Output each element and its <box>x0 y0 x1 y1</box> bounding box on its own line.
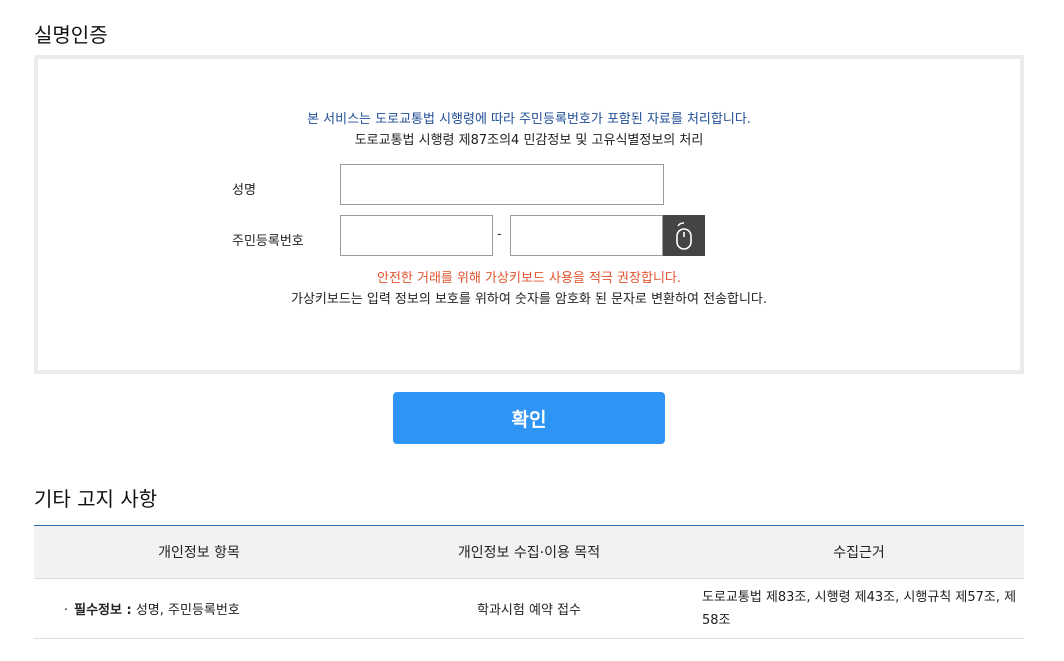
rrn-separator: - <box>497 227 502 242</box>
auth-panel: 본 서비스는 도로교통법 시행령에 따라 주민등록번호가 포함된 자료를 처리합… <box>34 55 1024 374</box>
privacy-info-table: 개인정보 항목 개인정보 수집·이용 목적 수집근거 · 필수정보 : 성명, 주… <box>34 525 1024 639</box>
notice-section-title: 기타 고지 사항 <box>34 487 158 511</box>
required-info-value: 성명, 주민등록번호 <box>131 603 240 618</box>
table-cell-basis: 도로교통법 제83조, 시행령 제43조, 시행규칙 제57조, 제58조 <box>694 578 1024 639</box>
table-row: · 필수정보 : 성명, 주민등록번호 학과시험 예약 접수 도로교통법 제83조… <box>34 578 1024 639</box>
table-header-row: 개인정보 항목 개인정보 수집·이용 목적 수집근거 <box>34 525 1024 579</box>
name-input[interactable] <box>340 164 664 205</box>
legal-notice: 본 서비스는 도로교통법 시행령에 따라 주민등록번호가 포함된 자료를 처리합… <box>307 112 751 127</box>
page-title: 실명인증 <box>34 23 108 47</box>
virtual-keyboard-info: 가상키보드는 입력 정보의 보호를 위하여 숫자를 암호화 된 문자로 변환하여… <box>290 292 768 307</box>
mouse-icon <box>676 221 692 250</box>
rrn-back-input[interactable] <box>510 215 663 256</box>
bullet-icon: · <box>64 603 69 618</box>
virtual-keyboard-warning: 안전한 거래를 위해 가상키보드 사용을 적극 권장합니다. <box>376 271 681 286</box>
virtual-keyboard-button[interactable] <box>663 215 705 256</box>
table-header-basis: 수집근거 <box>694 525 1024 579</box>
table-header-item: 개인정보 항목 <box>34 525 364 579</box>
table-header-purpose: 개인정보 수집·이용 목적 <box>364 525 694 579</box>
name-label: 성명 <box>232 183 256 198</box>
required-info-label: 필수정보 : <box>74 603 132 618</box>
confirm-button[interactable]: 확인 <box>393 392 665 444</box>
table-cell-item: · 필수정보 : 성명, 주민등록번호 <box>34 578 364 639</box>
table-cell-purpose: 학과시험 예약 접수 <box>364 578 694 639</box>
rrn-front-input[interactable] <box>340 215 493 256</box>
rrn-label: 주민등록번호 <box>232 234 304 249</box>
legal-basis-notice: 도로교통법 시행령 제87조의4 민감정보 및 고유식별정보의 처리 <box>354 133 704 148</box>
